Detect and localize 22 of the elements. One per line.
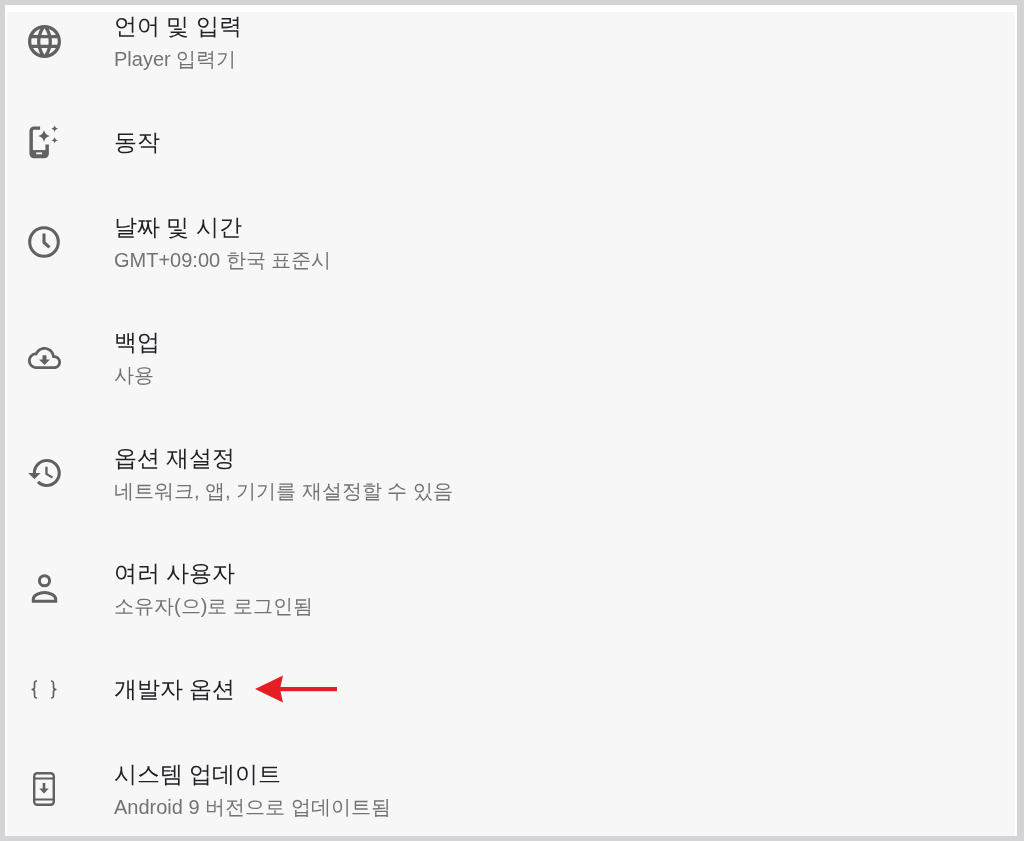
settings-item-title[interactable]: 날짜 및 시간 — [114, 211, 242, 242]
settings-item-title[interactable]: 옵션 재설정 — [114, 442, 236, 473]
settings-item-summary: Player 입력기 — [114, 47, 238, 73]
cloud-download-icon — [27, 346, 61, 369]
settings-item-summary: Android 9 버전으로 업데이트됨 — [114, 794, 391, 820]
settings-item-title[interactable]: 시스템 업데이트 — [114, 758, 282, 789]
history-icon — [27, 459, 61, 488]
settings-item-title[interactable]: 동작 — [114, 127, 160, 157]
clock-icon — [28, 226, 60, 259]
settings-item-summary: 사용 — [114, 363, 155, 389]
settings-item-summary: 소유자(으)로 로그인됨 — [114, 594, 313, 620]
person-icon — [30, 574, 58, 604]
settings-item-summary: 네트워크, 앱, 기기를 재설정할 수 있음 — [114, 478, 453, 504]
settings-item-title[interactable]: 여러 사용자 — [114, 558, 236, 589]
globe-icon — [27, 25, 61, 59]
phone-sparkle-icon — [27, 125, 61, 159]
settings-item-title[interactable]: 언어 및 입력 — [114, 12, 242, 42]
settings-item-summary: GMT+09:00 한국 표준시 — [114, 247, 332, 273]
phone-download-icon — [33, 772, 55, 807]
settings-item-title[interactable]: 개발자 옵션 — [114, 674, 236, 704]
settings-item-title[interactable]: 백업 — [114, 327, 160, 358]
braces-icon — [29, 679, 59, 699]
